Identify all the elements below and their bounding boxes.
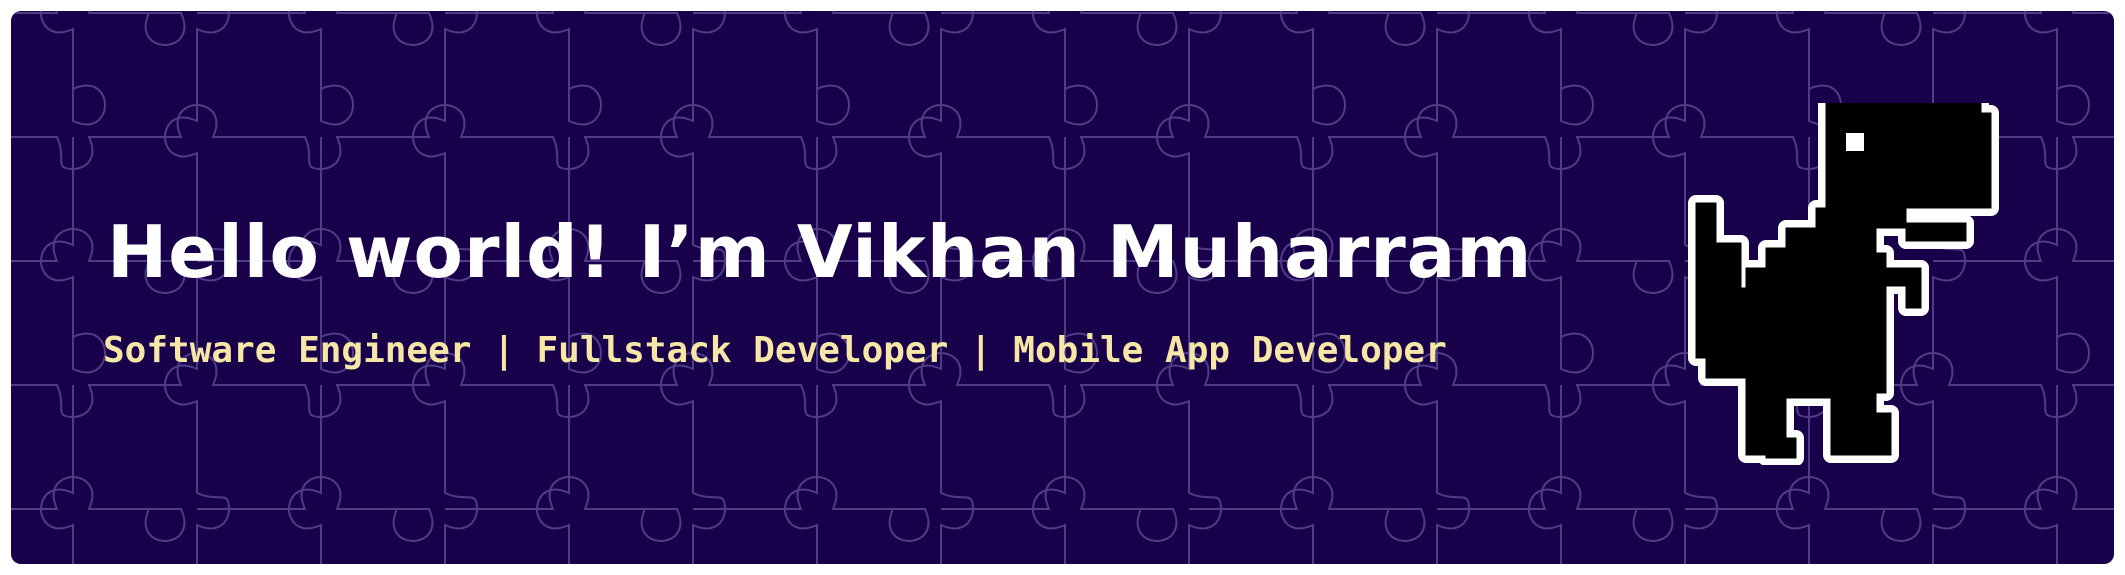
pixel-t-rex-dinosaur-icon xyxy=(1676,103,2026,465)
headline-greeting: Hello world! I’m Vikhan Muharram xyxy=(107,210,1533,294)
profile-banner: Hello world! I’m Vikhan Muharram Softwar… xyxy=(11,11,2114,564)
dino-eye xyxy=(1846,133,1864,151)
role-tagline: Software Engineer | Fullstack Developer … xyxy=(103,330,1447,371)
